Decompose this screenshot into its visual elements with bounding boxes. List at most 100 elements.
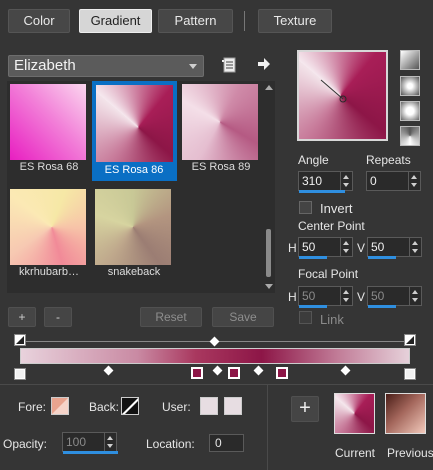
- diagonal-icon: [122, 398, 138, 414]
- tab-gradient[interactable]: Gradient: [79, 9, 152, 33]
- spin-arrows-icon[interactable]: [104, 433, 116, 451]
- tab-color[interactable]: Color: [8, 9, 70, 33]
- preset-options-button[interactable]: [219, 55, 239, 75]
- add-gradient-button[interactable]: +: [8, 307, 36, 327]
- spin-arrows-icon[interactable]: [409, 238, 421, 256]
- reset-button[interactable]: Reset: [140, 307, 202, 327]
- user-color-swatch-2[interactable]: [224, 397, 242, 415]
- rectangular-style-button[interactable]: [400, 76, 420, 96]
- sunburst-style-button[interactable]: [400, 101, 420, 121]
- color-midpoint[interactable]: [103, 365, 114, 376]
- gallery-item[interactable]: ES Rosa 68: [7, 81, 87, 173]
- gallery-scrollbar[interactable]: [263, 81, 275, 293]
- preset-dropdown-value: Elizabeth: [14, 57, 76, 74]
- color-stop[interactable]: [276, 367, 288, 379]
- previous-swatch[interactable]: [385, 393, 426, 434]
- stop-color-fill: [406, 370, 414, 378]
- transparency-stop-right[interactable]: [404, 334, 416, 346]
- scroll-up-icon[interactable]: [265, 85, 273, 90]
- scroll-down-icon[interactable]: [265, 284, 273, 289]
- center-v-value-bar: [368, 256, 396, 259]
- center-point-label: Center Point: [298, 219, 365, 233]
- color-stop[interactable]: [191, 367, 203, 379]
- link-checkbox[interactable]: [299, 311, 312, 324]
- invert-label: Invert: [320, 201, 353, 216]
- opacity-value: 100: [66, 435, 87, 449]
- angle-value: 310: [302, 174, 323, 188]
- gallery-item-label: ES Rosa 86: [104, 164, 164, 176]
- scrollbar-thumb[interactable]: [266, 229, 271, 277]
- center-v-label: V: [357, 241, 366, 255]
- remove-gradient-button[interactable]: -: [44, 307, 72, 327]
- current-label: Current: [335, 446, 376, 460]
- center-v-value: 50: [371, 240, 385, 254]
- spin-arrows-icon[interactable]: [340, 238, 352, 256]
- save-button[interactable]: Save: [212, 307, 274, 327]
- tab-pattern[interactable]: Pattern: [158, 9, 233, 33]
- spin-arrows-icon[interactable]: [408, 172, 420, 190]
- focal-h-spinbox[interactable]: 50: [298, 286, 353, 308]
- stop-color-fill: [16, 370, 24, 378]
- stop-color-fill: [193, 369, 201, 377]
- focal-v-value-bar: [368, 305, 396, 308]
- location-field[interactable]: 0: [209, 434, 244, 452]
- document-list-icon: [222, 57, 236, 73]
- color-stop[interactable]: [404, 368, 416, 380]
- color-stop[interactable]: [228, 367, 240, 379]
- center-h-value-bar: [299, 256, 327, 259]
- center-v-spinbox[interactable]: 50: [367, 237, 422, 259]
- stop-color-fill: [278, 369, 286, 377]
- gallery-item-label: ES Rosa 89: [191, 161, 251, 173]
- focal-point-label: Focal Point: [298, 267, 359, 281]
- color-midpoint[interactable]: [340, 365, 351, 376]
- divider: [0, 384, 433, 385]
- focal-h-label: H: [288, 290, 297, 304]
- invert-checkbox[interactable]: [299, 201, 312, 214]
- color-stop[interactable]: [14, 368, 26, 380]
- repeats-value: 0: [370, 174, 377, 188]
- transparency-midpoint[interactable]: [209, 336, 220, 347]
- location-label: Location:: [146, 437, 195, 451]
- gradient-swatch: [182, 84, 258, 160]
- spin-arrows-icon[interactable]: [409, 287, 421, 305]
- linear-style-button[interactable]: [400, 50, 420, 70]
- gradient-swatch: [10, 84, 86, 160]
- preset-dropdown[interactable]: Elizabeth: [8, 55, 204, 77]
- back-label: Back:: [89, 400, 120, 414]
- chevron-down-icon: [189, 64, 197, 69]
- angle-handle-icon[interactable]: [299, 52, 386, 139]
- center-h-label: H: [288, 241, 297, 255]
- gallery-item[interactable]: snakeback: [92, 186, 172, 278]
- spin-arrows-icon[interactable]: [340, 287, 352, 305]
- opacity-spinbox[interactable]: 100: [62, 432, 118, 454]
- back-color-swatch[interactable]: [121, 397, 139, 415]
- color-midpoint[interactable]: [253, 365, 264, 376]
- gallery-item[interactable]: kkrhubarb…: [7, 186, 87, 278]
- spin-arrows-icon[interactable]: [340, 172, 352, 190]
- user-color-swatch-1[interactable]: [200, 397, 218, 415]
- angle-spinbox[interactable]: 310: [298, 171, 353, 193]
- color-midpoint[interactable]: [212, 365, 223, 376]
- gradient-bar[interactable]: [20, 348, 410, 364]
- center-h-spinbox[interactable]: 50: [298, 237, 353, 259]
- focal-v-spinbox[interactable]: 50: [367, 286, 422, 308]
- gallery-item[interactable]: ES Rosa 86: [92, 81, 177, 181]
- tab-texture[interactable]: Texture: [258, 9, 332, 33]
- stop-color-fill: [230, 369, 238, 377]
- repeats-spinbox[interactable]: 0: [366, 171, 421, 191]
- fore-color-swatch[interactable]: [51, 397, 69, 415]
- transparency-stop-left[interactable]: [14, 334, 26, 346]
- gradient-swatch: [96, 85, 173, 162]
- gallery-item-label: snakeback: [107, 266, 161, 278]
- link-label: Link: [320, 312, 344, 327]
- opacity-value-bar: [63, 451, 118, 454]
- radial-style-button[interactable]: [400, 126, 420, 146]
- angle-label: Angle: [298, 153, 329, 167]
- current-swatch: [334, 393, 375, 434]
- divider: [267, 385, 268, 470]
- add-to-swatches-button[interactable]: +: [291, 396, 319, 422]
- gradient-preview[interactable]: [297, 50, 388, 141]
- gallery-item[interactable]: ES Rosa 89: [179, 81, 259, 173]
- apply-arrow-button[interactable]: [255, 55, 273, 73]
- focal-v-value: 50: [371, 289, 385, 303]
